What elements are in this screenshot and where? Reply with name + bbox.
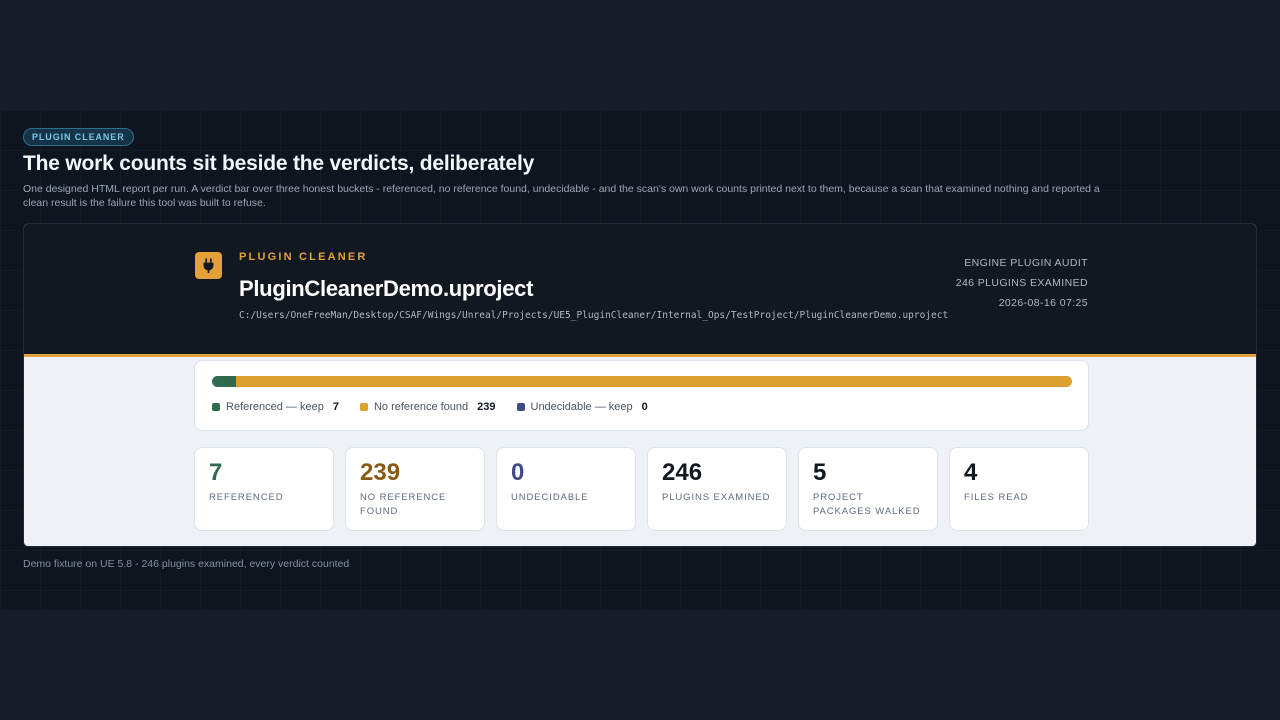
stat-card-undecidable: 0 UNDECIDABLE xyxy=(496,447,636,531)
legend-label: Referenced — keep xyxy=(226,401,324,413)
report-preview: PLUGIN CLEANER PluginCleanerDemo.uprojec… xyxy=(23,223,1257,547)
verdict-bar-referenced xyxy=(212,376,237,387)
stat-card-packages-walked: 5 PROJECT PACKAGES WALKED xyxy=(798,447,938,531)
page-title: The work counts sit beside the verdicts,… xyxy=(23,152,535,175)
stat-value: 7 xyxy=(209,459,223,486)
legend-swatch xyxy=(212,403,220,411)
legend-referenced: Referenced — keep 7 xyxy=(212,401,339,413)
report-header: PLUGIN CLEANER PluginCleanerDemo.uprojec… xyxy=(24,224,1256,357)
verdict-legend: Referenced — keep 7 No reference found 2… xyxy=(212,401,648,413)
legend-label: Undecidable — keep xyxy=(530,401,633,413)
stat-label: PLUGINS EXAMINED xyxy=(662,492,771,503)
stat-card-no-reference: 239 NO REFERENCE FOUND xyxy=(345,447,485,531)
report-brand: PLUGIN CLEANER xyxy=(239,251,368,263)
stat-cards: 7 REFERENCED 239 NO REFERENCE FOUND 0 UN… xyxy=(194,447,1089,531)
stat-card-files-read: 4 FILES READ xyxy=(949,447,1089,531)
stat-value: 239 xyxy=(360,459,401,486)
stat-value: 0 xyxy=(511,459,525,486)
stat-label: NO REFERENCE FOUND xyxy=(360,492,447,517)
report-meta: ENGINE PLUGIN AUDIT 246 PLUGINS EXAMINED… xyxy=(956,253,1088,313)
verdict-bar-card: Referenced — keep 7 No reference found 2… xyxy=(194,360,1089,431)
stat-card-referenced: 7 REFERENCED xyxy=(194,447,334,531)
stat-label: UNDECIDABLE xyxy=(511,492,589,503)
slide: PLUGIN CLEANER The work counts sit besid… xyxy=(0,110,1280,610)
project-path: C:/Users/OneFreeMan/Desktop/CSAF/Wings/U… xyxy=(239,310,949,321)
legend-label: No reference found xyxy=(373,401,469,413)
verdict-bar xyxy=(212,376,1072,387)
stat-label: FILES READ xyxy=(964,492,1029,503)
stat-value: 246 xyxy=(662,459,703,486)
legend-swatch xyxy=(359,403,368,411)
stat-value: 5 xyxy=(813,459,827,486)
legend-count: 239 xyxy=(477,401,496,413)
stat-value: 4 xyxy=(964,459,978,486)
footer-caption: Demo fixture on UE 5.8 - 246 plugins exa… xyxy=(23,558,350,570)
report-timestamp: 2026-08-16 07:25 xyxy=(998,297,1088,309)
legend-swatch xyxy=(516,403,525,411)
legend-count: 7 xyxy=(332,401,339,413)
stat-card-plugins-examined: 246 PLUGINS EXAMINED xyxy=(647,447,787,531)
legend-no-reference: No reference found 239 xyxy=(359,401,496,413)
legend-undecidable: Undecidable — keep 0 xyxy=(516,401,648,413)
legend-count: 0 xyxy=(641,401,648,413)
verdict-bar-no-reference xyxy=(236,376,1072,387)
eyebrow-tag: PLUGIN CLEANER xyxy=(23,128,134,146)
plugins-examined-meta: 246 PLUGINS EXAMINED xyxy=(955,277,1088,289)
project-name: PluginCleanerDemo.uproject xyxy=(239,276,534,301)
plug-icon xyxy=(195,252,222,279)
stat-label: PROJECT PACKAGES WALKED xyxy=(813,492,921,517)
audit-type: ENGINE PLUGIN AUDIT xyxy=(964,257,1088,269)
page-subtitle: One designed HTML report per run. A verd… xyxy=(23,183,1100,209)
stat-label: REFERENCED xyxy=(209,492,284,503)
